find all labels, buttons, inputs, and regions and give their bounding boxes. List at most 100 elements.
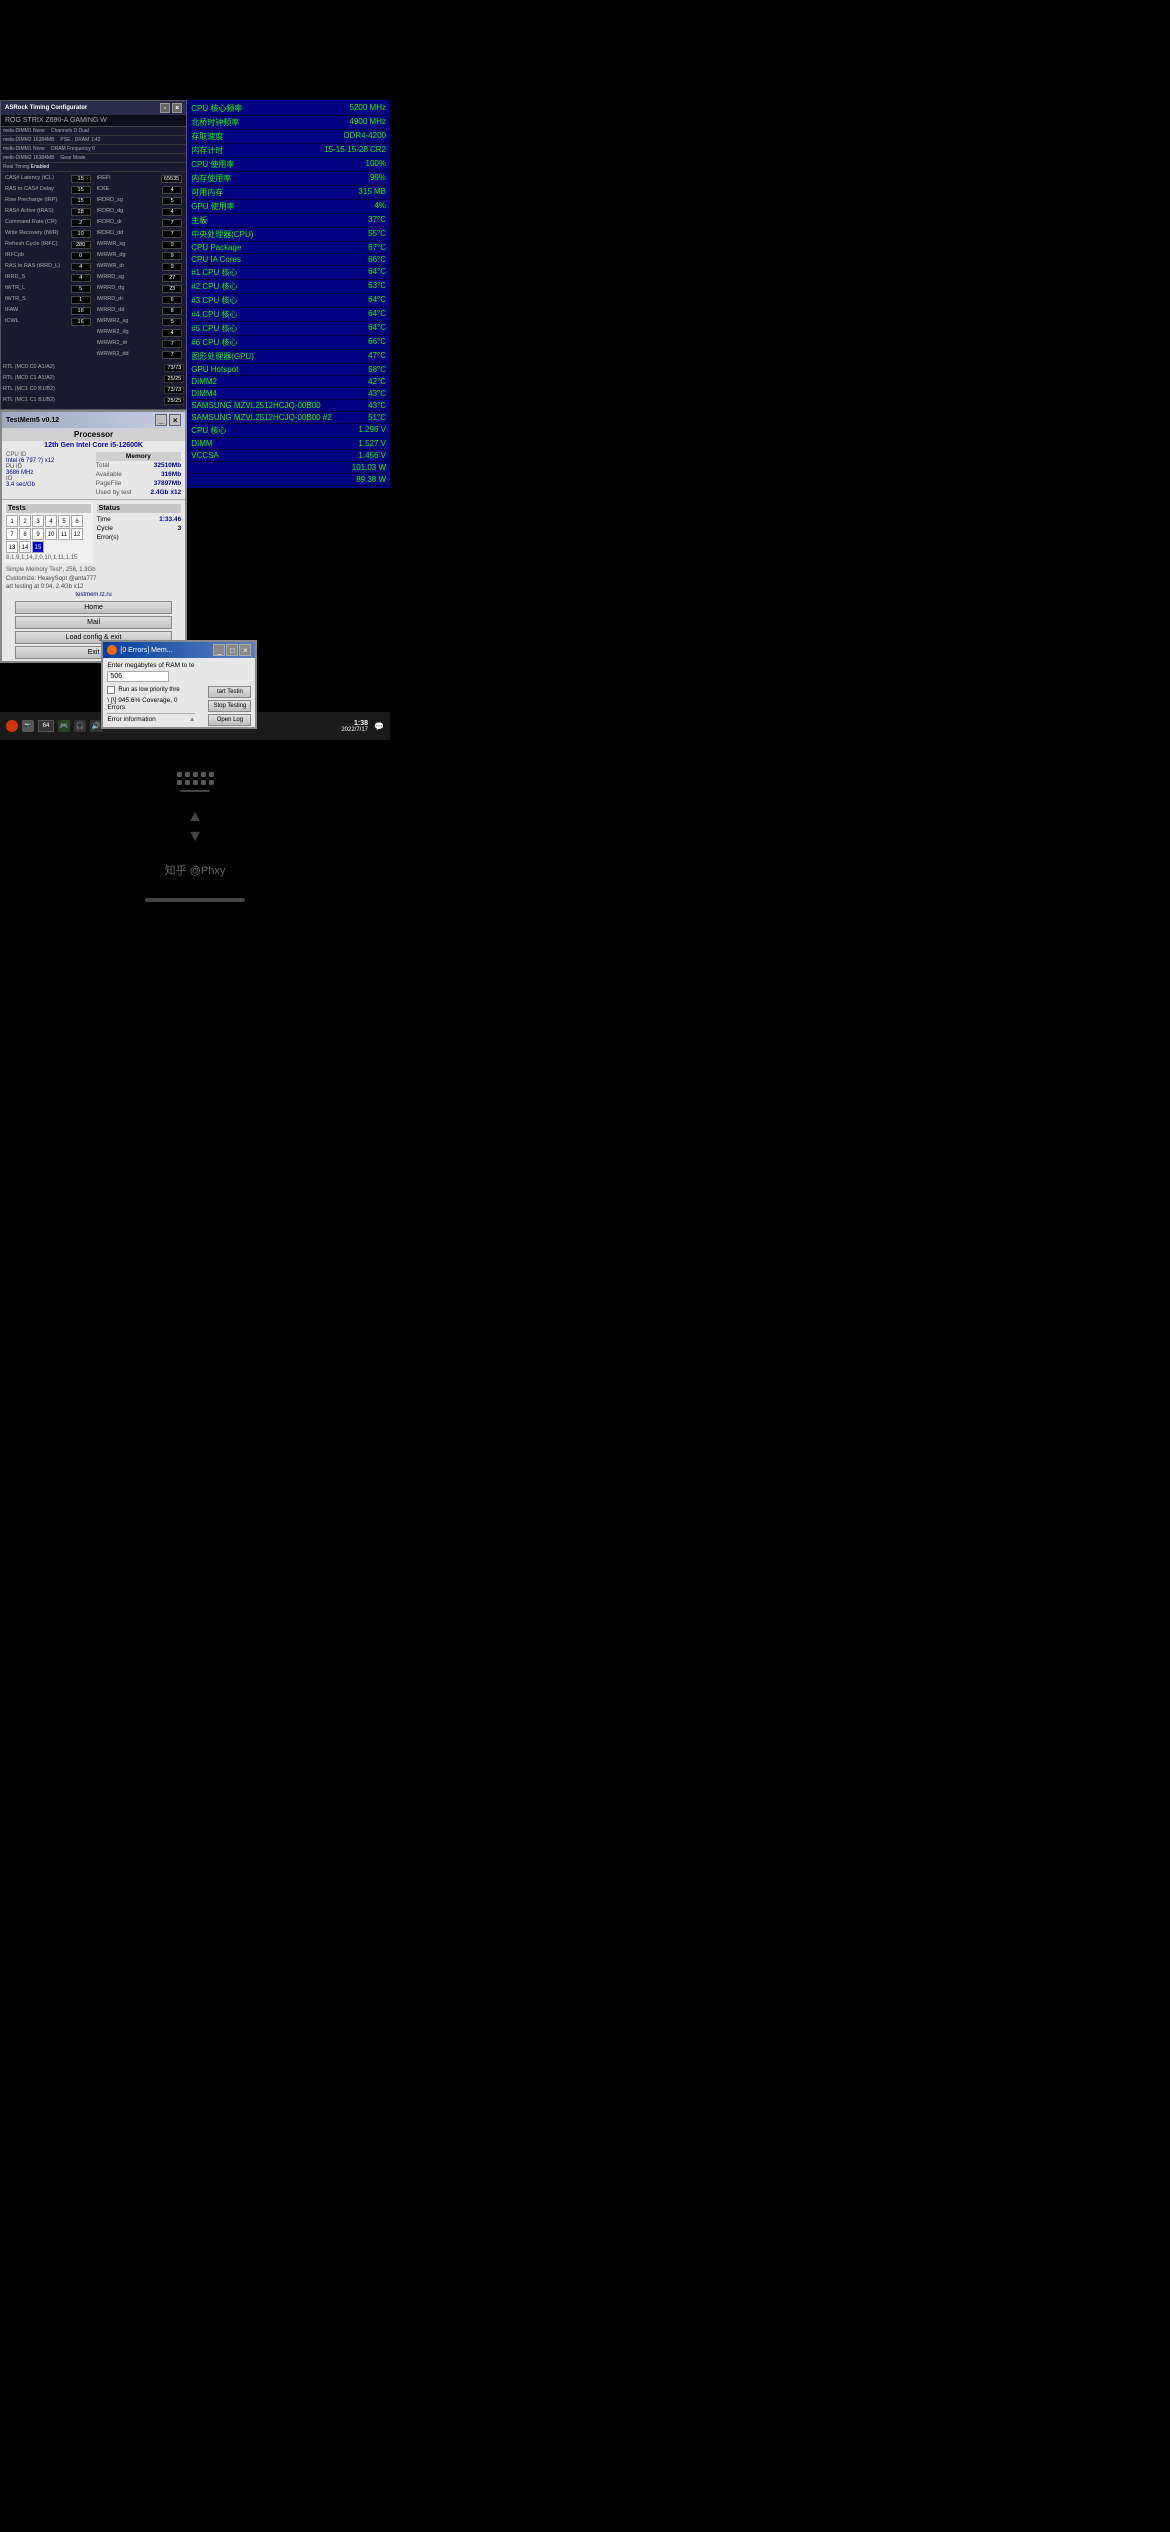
asrock-panel: ASRock Timing Configurator - × ROG STRIX… [0, 100, 187, 410]
asrock-close-btn[interactable]: × [172, 103, 182, 113]
hw-row-power2: 89.38 W [189, 474, 388, 486]
hw-row-core5: #5 CPU 核心 64°C [189, 322, 388, 336]
processor-name: 12th Gen Intel Core i5-12600K [2, 441, 185, 450]
hw-row-avail-mem: 可用内存 315 MB [189, 186, 388, 200]
hw-row-mem-timing: 内存计时 15-15-15-28 CR2 [189, 144, 388, 158]
testmem-close-btn[interactable]: × [169, 414, 181, 426]
hw-row-cpu-freq: CPU 核心频率 5200 MHz [189, 102, 388, 116]
taskbar-icon-audio[interactable]: 🎧 [74, 720, 86, 732]
status-title: Status [97, 504, 182, 513]
stop-testing-btn[interactable]: Stop Testing [208, 700, 251, 712]
checkbox-label: Run as low priority thre [118, 687, 179, 693]
mail-button[interactable]: Mail [15, 616, 173, 629]
priority-checkbox[interactable] [107, 686, 115, 694]
hw-row-gpu-usage: GPU 使用率 4% [189, 200, 388, 214]
testmem-website[interactable]: testmem.tz.ru [2, 591, 185, 599]
nav-down-arrow[interactable]: ▼ [187, 828, 203, 846]
hw-row-access-speed: 存取速度 DDR4-4200 [189, 130, 388, 144]
hw-row-core6: #6 CPU 核心 66°C [189, 336, 388, 350]
hw-row-cpu-voltage: CPU 核心 1.296 V [189, 424, 388, 438]
simple-test-label: Simple Memory Test*, 256, 1.3Gb [2, 565, 185, 575]
coverage-text: \ [\] 945.6% Coverage, 0 Errors [107, 697, 195, 711]
hw-row-cpu-temp: 中央处理器(CPU) 55°C [189, 228, 388, 242]
dialog-title: [0 Errors] Mem... [120, 647, 172, 654]
dialog-restore-btn[interactable]: □ [226, 644, 238, 656]
zhihu-watermark: 知乎 @Phxy [165, 854, 226, 886]
bottom-area: ▲ ▼ 知乎 @Phxy [0, 740, 390, 914]
hwinfo-panel: CPU 核心频率 5200 MHz 北桥时钟频率 4900 MHz 存取速度 D… [187, 100, 390, 488]
date-display: 2022/7/17 [341, 727, 368, 733]
asrock-title: ASRock Timing Configurator [5, 105, 87, 111]
dialog-button-group: tart Testin Stop Testing Open Log [208, 686, 251, 726]
hw-row-motherboard: 主板 37°C [189, 214, 388, 228]
asrock-subtitle: ROG STRIX Z690-A GAMING W [1, 115, 186, 127]
hw-row-samsung1: SAMSUNG MZVL2512HCJQ-00B00 43°C [189, 400, 388, 412]
processor-section-title: Processor [2, 428, 185, 441]
open-log-btn[interactable]: Open Log [208, 714, 251, 726]
memory-section-title: Memory [96, 452, 182, 461]
hw-row-cpu-package: CPU Package 67°C [189, 242, 388, 254]
hw-row-dimm4: DIMM4 43°C [189, 388, 388, 400]
testmem-panel: TestMem5 v0.12 _ × Processor 12th Gen In… [0, 410, 187, 663]
io-id: 3.4 sec/Gb [6, 482, 92, 488]
nav-up-arrow[interactable]: ▲ [187, 808, 203, 826]
home-indicator [145, 898, 245, 902]
hw-row-cpu-ia-cores: CPU IA Cores 66°C [189, 254, 388, 266]
taskbar-icon-volume[interactable]: 🔊 [90, 720, 102, 732]
dialog-minimize-btn[interactable]: _ [213, 644, 225, 656]
hw-row-power1: 101.03 W [189, 462, 388, 474]
asrock-titlebar: ASRock Timing Configurator - × [1, 101, 186, 115]
hw-row-core2: #2 CPU 核心 63°C [189, 280, 388, 294]
status-cycle: 3 [178, 525, 182, 532]
hw-row-core3: #3 CPU 核心 64°C [189, 294, 388, 308]
status-time: 1:33.46 [159, 516, 181, 523]
error-section: Error information ▲ [107, 713, 195, 723]
hw-row-core1: #1 CPU 核心 64°C [189, 266, 388, 280]
top-status-bar [0, 0, 390, 100]
test-pattern: 8,1,9,1,14,2,0,10,1,11,1,15 [6, 555, 91, 561]
error-label: Error information [107, 716, 155, 723]
hw-row-core4: #4 CPU 核心 64°C [189, 308, 388, 322]
keyboard-area [177, 756, 214, 800]
mem-pagefile: 37897Mb [154, 480, 181, 487]
taskbar-icon-64[interactable]: 64 [38, 720, 54, 732]
taskbar-icon-red[interactable] [6, 720, 18, 732]
keyboard-dots-icon [177, 772, 214, 792]
asrock-minimize-btn[interactable]: - [160, 103, 170, 113]
tests-title: Tests [6, 504, 91, 513]
hw-row-gpu-temp: 图形处理器(GPU) 47°C [189, 350, 388, 364]
taskbar-left: 📷 64 🎮 🎧 🔊 英 [6, 720, 117, 732]
hw-row-cpu-usage: CPU 使用率 100% [189, 158, 388, 172]
hw-row-mem-usage: 内存使用率 99% [189, 172, 388, 186]
time-display: 1:38 [341, 720, 368, 727]
testmem-titlebar: TestMem5 v0.12 _ × [2, 412, 185, 428]
dialog-icon [107, 645, 117, 655]
taskbar-time: 1:38 2022/7/17 [341, 720, 368, 733]
taskbar-icon-cam[interactable]: 📷 [22, 720, 34, 732]
taskbar-notification-icon[interactable]: 💬 [374, 722, 384, 731]
started-label: art testing at 0:04, 2.4Gb x12 [2, 583, 185, 591]
mem-available: 316Mb [161, 471, 181, 478]
hw-row-vccsa: VCCSA 1.456 V [189, 450, 388, 462]
home-button[interactable]: Home [15, 601, 173, 614]
hw-row-gpu-hotspot: GPU Hotspot 58°C [189, 364, 388, 376]
dialog-input-label: Enter megabytes of RAM to te [107, 662, 195, 669]
checkbox-row: Run as low priority thre [107, 686, 195, 694]
dialog-box: [0 Errors] Mem... _ □ × Enter megabytes … [101, 640, 257, 729]
hw-row-nb-freq: 北桥时钟频率 4900 MHz [189, 116, 388, 130]
test-numbers: 1 2 3 4 5 6 7 8 9 10 11 12 13 14 [6, 515, 91, 553]
testmem-title: TestMem5 v0.12 [6, 417, 59, 424]
hw-row-dimm-voltage: DIMM 1.527 V [189, 438, 388, 450]
testmem-minimize-btn[interactable]: _ [155, 414, 167, 426]
nav-arrows: ▲ ▼ [187, 808, 203, 846]
customize-label: Customize: HeavySopt @anta777 [2, 575, 185, 583]
hw-row-dimm2: DIMM2 42°C [189, 376, 388, 388]
start-testing-btn[interactable]: tart Testin [208, 686, 251, 698]
taskbar-icon-gpu[interactable]: 🎮 [58, 720, 70, 732]
mem-used-by-test: 2.4Gb x12 [150, 489, 181, 496]
dialog-titlebar: [0 Errors] Mem... _ □ × [103, 642, 255, 658]
dialog-close-btn[interactable]: × [239, 644, 251, 656]
taskbar-right: 1:38 2022/7/17 💬 [341, 720, 384, 733]
ram-input[interactable] [107, 671, 169, 682]
hw-row-samsung2: SAMSUNG MZVL2512HCJQ-00B00 #2 51°C [189, 412, 388, 424]
